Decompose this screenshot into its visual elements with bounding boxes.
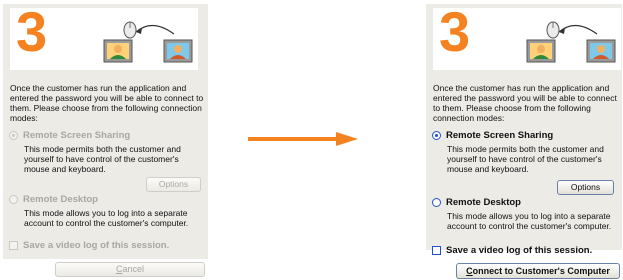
radio-indicator: [432, 198, 441, 207]
remote-screen-sharing-label: Remote Screen Sharing: [23, 130, 131, 141]
connect-button[interactable]: Connect to Customer's Computer: [456, 263, 620, 279]
radio-indicator: [9, 195, 18, 204]
right-dialog-panel: 3 Once the customer has run the applicat…: [426, 4, 622, 256]
remote-desktop-description: This mode allows you to log into a separ…: [447, 211, 612, 231]
video-log-checkbox[interactable]: Save a video log of this session.: [432, 245, 592, 256]
intro-text: Once the customer has run the applicatio…: [433, 83, 617, 123]
options-button[interactable]: Options: [557, 180, 614, 195]
cancel-button[interactable]: Cancel: [55, 262, 205, 277]
step-illustration-icon: [103, 21, 193, 63]
step-number: 3: [439, 0, 471, 63]
options-button[interactable]: Options: [146, 177, 201, 192]
checkbox-indicator: [9, 241, 18, 250]
step-header: 3: [10, 4, 198, 70]
remote-desktop-label: Remote Desktop: [446, 197, 521, 208]
remote-screen-sharing-label: Remote Screen Sharing: [446, 130, 554, 141]
remote-desktop-label: Remote Desktop: [23, 194, 98, 205]
video-log-label: Save a video log of this session.: [23, 240, 170, 251]
remote-desktop-description: This mode allows you to log into a separ…: [24, 208, 189, 228]
intro-text: Once the customer has run the applicatio…: [10, 83, 204, 123]
remote-desktop-radio[interactable]: Remote Desktop: [432, 197, 521, 208]
radio-indicator: [432, 131, 441, 140]
step-number: 3: [16, 0, 48, 63]
video-log-checkbox[interactable]: Save a video log of this session.: [9, 240, 169, 251]
left-dialog-panel: 3 Once the customer has run the applicat…: [3, 4, 208, 259]
remote-screen-sharing-description: This mode permits both the customer and …: [447, 144, 604, 174]
remote-screen-sharing-description: This mode permits both the customer and …: [24, 144, 181, 174]
remote-screen-sharing-radio[interactable]: Remote Screen Sharing: [9, 130, 130, 141]
video-log-label: Save a video log of this session.: [446, 245, 593, 256]
remote-desktop-radio[interactable]: Remote Desktop: [9, 194, 98, 205]
radio-indicator: [9, 131, 18, 140]
step-illustration-icon: [526, 21, 616, 63]
step-header: 3: [433, 4, 621, 70]
checkbox-indicator: [432, 246, 441, 255]
remote-screen-sharing-radio[interactable]: Remote Screen Sharing: [432, 130, 553, 141]
arrow-right-icon: [248, 132, 358, 146]
